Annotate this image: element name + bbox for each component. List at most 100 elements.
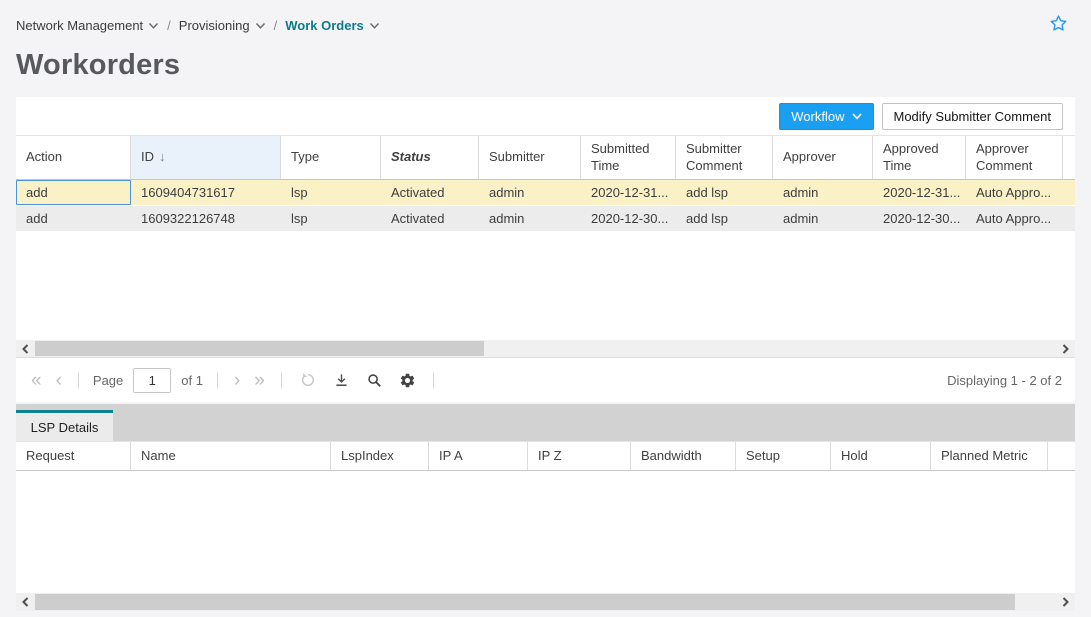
chevron-down-icon xyxy=(148,22,159,30)
column-header-setup[interactable]: Setup xyxy=(736,442,831,470)
last-page-icon[interactable]: » xyxy=(252,371,267,390)
modify-submitter-comment-button[interactable]: Modify Submitter Comment xyxy=(882,103,1064,130)
breadcrumb-label: Provisioning xyxy=(179,18,250,33)
displaying-status: Displaying 1 - 2 of 2 xyxy=(947,373,1062,388)
cell-type[interactable]: lsp xyxy=(281,180,381,205)
cell-approved-time[interactable]: 2020-12-30... xyxy=(873,206,966,231)
cell-approver[interactable]: admin xyxy=(773,180,873,205)
breadcrumb-item-provisioning[interactable]: Provisioning xyxy=(179,18,266,33)
scrollbar-thumb[interactable] xyxy=(35,594,1015,610)
paging-toolbar: « ‹ Page of 1 › » Displaying 1 - 2 of 2 xyxy=(16,357,1075,402)
horizontal-scrollbar xyxy=(16,340,1075,357)
column-header-ip-a[interactable]: IP A xyxy=(429,442,528,470)
column-header-approved-time[interactable]: Approved Time xyxy=(873,136,966,179)
toolbar-separator xyxy=(217,373,218,388)
cell-submitter[interactable]: admin xyxy=(479,206,581,231)
scroll-left-icon[interactable] xyxy=(16,593,35,611)
tab-lsp-details[interactable]: LSP Details xyxy=(16,410,113,441)
cell-submitter[interactable]: admin xyxy=(479,180,581,205)
scrollbar-thumb[interactable] xyxy=(35,341,484,356)
cell-approver-comment[interactable]: Auto Appro... xyxy=(966,206,1063,231)
chevron-down-icon xyxy=(255,22,266,30)
column-header-name[interactable]: Name xyxy=(131,442,331,470)
column-header-approver[interactable]: Approver xyxy=(773,136,873,179)
column-header-bandwidth[interactable]: Bandwidth xyxy=(631,442,736,470)
scrollbar-track[interactable] xyxy=(35,340,1056,357)
cell-approved-time[interactable]: 2020-12-31... xyxy=(873,180,966,205)
toolbar-separator xyxy=(433,373,434,388)
workorders-header-row: Action ID ↓ Type Status Submitter Submit… xyxy=(16,135,1075,180)
page-of-label: of 1 xyxy=(181,373,203,388)
first-page-icon[interactable]: « xyxy=(29,371,44,390)
cell-id[interactable]: 1609404731617 xyxy=(131,180,281,205)
breadcrumb-separator: / xyxy=(167,18,171,33)
horizontal-scrollbar xyxy=(16,593,1075,611)
cell-action[interactable]: add xyxy=(16,206,131,231)
workflow-button-label: Workflow xyxy=(791,109,844,124)
lsp-grid-empty-area xyxy=(16,471,1075,593)
next-page-icon[interactable]: › xyxy=(232,371,242,390)
scroll-right-icon[interactable] xyxy=(1056,593,1075,611)
cell-status[interactable]: Activated xyxy=(381,206,479,231)
download-icon[interactable] xyxy=(330,372,353,389)
favorite-star-icon[interactable] xyxy=(1048,13,1069,37)
lsp-details-panel: Request Name LspIndex IP A IP Z Bandwidt… xyxy=(16,441,1075,611)
grid-empty-area xyxy=(16,232,1075,340)
breadcrumb-separator: / xyxy=(274,18,278,33)
column-header-ip-z[interactable]: IP Z xyxy=(528,442,631,470)
scroll-left-icon[interactable] xyxy=(16,340,35,357)
column-header-approver-comment[interactable]: Approver Comment xyxy=(966,136,1063,179)
cell-action[interactable]: add xyxy=(16,180,131,205)
column-header-request[interactable]: Request xyxy=(16,442,131,470)
refresh-icon[interactable] xyxy=(296,371,320,389)
cell-id[interactable]: 1609322126748 xyxy=(131,206,281,231)
scrollbar-track[interactable] xyxy=(35,593,1056,611)
search-icon[interactable] xyxy=(363,372,386,389)
cell-type[interactable]: lsp xyxy=(281,206,381,231)
breadcrumb-item-network-management[interactable]: Network Management xyxy=(16,18,159,33)
sort-desc-icon: ↓ xyxy=(159,149,166,165)
grid-toolbar: Workflow Modify Submitter Comment xyxy=(16,97,1075,135)
chevron-down-icon xyxy=(369,22,380,30)
breadcrumb-item-work-orders[interactable]: Work Orders xyxy=(285,18,380,33)
breadcrumb: Network Management / Provisioning / Work… xyxy=(0,0,1091,39)
column-header-lspindex[interactable]: LspIndex xyxy=(331,442,429,470)
page-title: Workorders xyxy=(0,39,1091,97)
column-header-id[interactable]: ID ↓ xyxy=(131,136,281,179)
column-header-hold[interactable]: Hold xyxy=(831,442,931,470)
table-row[interactable]: add 1609404731617 lsp Activated admin 20… xyxy=(16,180,1075,206)
chevron-down-icon xyxy=(852,113,862,120)
modify-button-label: Modify Submitter Comment xyxy=(894,109,1052,124)
breadcrumb-label: Network Management xyxy=(16,18,143,33)
breadcrumb-label: Work Orders xyxy=(285,18,364,33)
prev-page-icon[interactable]: ‹ xyxy=(54,371,64,390)
cell-submitted-time[interactable]: 2020-12-30... xyxy=(581,206,676,231)
toolbar-separator xyxy=(281,373,282,388)
tab-label: LSP Details xyxy=(31,420,99,435)
column-header-action[interactable]: Action xyxy=(16,136,131,179)
column-header-status[interactable]: Status xyxy=(381,136,479,179)
cell-submitter-comment[interactable]: add lsp xyxy=(676,180,773,205)
workflow-button[interactable]: Workflow xyxy=(779,103,873,130)
column-header-type[interactable]: Type xyxy=(281,136,381,179)
column-header-submitted-time[interactable]: Submitted Time xyxy=(581,136,676,179)
column-header-filler xyxy=(1063,136,1083,179)
column-header-submitter[interactable]: Submitter xyxy=(479,136,581,179)
cell-submitted-time[interactable]: 2020-12-31... xyxy=(581,180,676,205)
lsp-header-row: Request Name LspIndex IP A IP Z Bandwidt… xyxy=(16,441,1075,471)
page-label: Page xyxy=(93,373,123,388)
cell-submitter-comment[interactable]: add lsp xyxy=(676,206,773,231)
column-header-planned-metric[interactable]: Planned Metric xyxy=(931,442,1048,470)
cell-approver-comment[interactable]: Auto Appro... xyxy=(966,180,1063,205)
column-header-submitter-comment[interactable]: Submitter Comment xyxy=(676,136,773,179)
workorders-grid-panel: Workflow Modify Submitter Comment Action… xyxy=(16,97,1075,402)
scroll-right-icon[interactable] xyxy=(1056,340,1075,357)
cell-approver[interactable]: admin xyxy=(773,206,873,231)
settings-gear-icon[interactable] xyxy=(396,372,419,389)
page-number-input[interactable] xyxy=(133,368,171,393)
table-row[interactable]: add 1609322126748 lsp Activated admin 20… xyxy=(16,206,1075,232)
details-tab-strip: LSP Details xyxy=(16,404,1075,441)
cell-status[interactable]: Activated xyxy=(381,180,479,205)
toolbar-separator xyxy=(78,373,79,388)
column-header-filler xyxy=(1048,442,1075,470)
